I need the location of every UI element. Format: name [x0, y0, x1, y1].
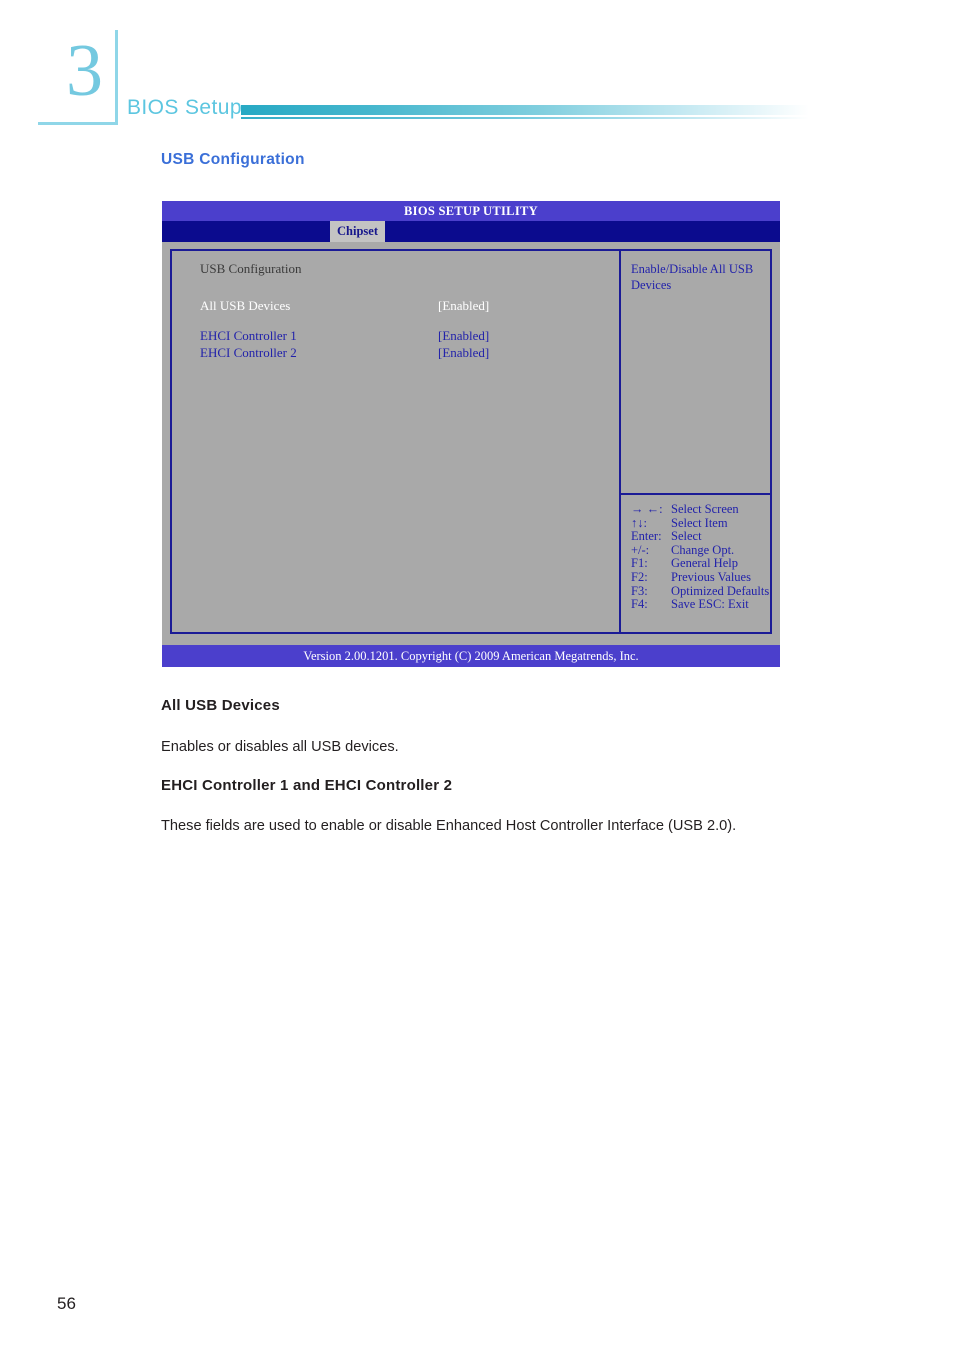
nav-key-row: F1: General Help	[631, 557, 769, 571]
setting-row-ehci-controller-1[interactable]: EHCI Controller 1 [Enabled]	[200, 327, 619, 344]
nav-key: F4:	[631, 597, 648, 612]
bios-footer-version: Version 2.00.1201. Copyright (C) 2009 Am…	[162, 645, 780, 667]
bios-help-text: Enable/Disable All USB Devices	[631, 262, 754, 292]
heading-all-usb-devices: All USB Devices	[161, 697, 280, 714]
nav-key: +/-:	[631, 542, 650, 557]
nav-key-row: ↑↓: Select Item	[631, 515, 769, 531]
tab-chipset[interactable]: Chipset	[330, 221, 385, 242]
nav-key: ↑↓:	[631, 515, 647, 530]
setting-row-ehci-controller-2[interactable]: EHCI Controller 2 [Enabled]	[200, 344, 619, 361]
bios-navigation-keys: → ←: Select Screen ↑↓: Select Item Enter…	[631, 502, 770, 612]
nav-key: F1:	[631, 556, 648, 571]
nav-action: Optimized Defaults	[671, 583, 770, 598]
running-head-rule	[241, 117, 809, 119]
nav-key: → ←:	[631, 502, 663, 516]
bios-setup-screenshot: BIOS SETUP UTILITY Chipset USB Configura…	[162, 201, 780, 667]
setting-value[interactable]: [Enabled]	[438, 327, 489, 344]
bios-title-bar: BIOS SETUP UTILITY	[162, 201, 780, 221]
bios-help-divider	[621, 493, 770, 495]
running-head: BIOS Setup	[127, 96, 809, 128]
nav-action: Change Opt.	[671, 542, 735, 557]
bios-tab-bar: Chipset	[162, 221, 780, 242]
nav-key: F2:	[631, 569, 648, 584]
heading-ehci-controllers: EHCI Controller 1 and EHCI Controller 2	[161, 777, 453, 794]
setting-row-all-usb-devices[interactable]: All USB Devices [Enabled]	[200, 297, 619, 314]
nav-key-row: F4: Save ESC: Exit	[631, 598, 769, 612]
nav-action: General Help	[671, 556, 738, 571]
row-spacer	[200, 314, 619, 327]
nav-action: Select Screen	[671, 502, 739, 516]
setting-label: EHCI Controller 2	[200, 345, 297, 360]
paragraph-ehci-controllers: These fields are used to enable or disab…	[161, 818, 737, 834]
bios-help-pane: Enable/Disable All USB Devices → ←: Sele…	[619, 251, 770, 632]
setting-label: All USB Devices	[200, 298, 291, 313]
setting-value[interactable]: [Enabled]	[438, 344, 489, 361]
nav-key-row: F3: Optimized Defaults	[631, 583, 770, 599]
nav-key: Enter:	[631, 529, 662, 544]
nav-key: F3:	[631, 583, 648, 598]
nav-action: Select	[671, 529, 702, 544]
running-head-gradient-bar	[241, 105, 809, 115]
nav-key-row: +/-: Change Opt.	[631, 542, 769, 558]
bios-section-title: USB Configuration	[200, 261, 302, 276]
page-title: USB Configuration	[161, 151, 305, 168]
nav-key-row: → ←: Select Screen	[631, 502, 769, 517]
setting-value[interactable]: [Enabled]	[438, 297, 489, 314]
page-number: 56	[57, 1294, 76, 1313]
bios-body: USB Configuration All USB Devices [Enabl…	[170, 249, 772, 634]
paragraph-all-usb-devices: Enables or disables all USB devices.	[161, 739, 399, 755]
running-head-title: BIOS Setup	[127, 96, 242, 119]
setting-label: EHCI Controller 1	[200, 328, 297, 343]
nav-action: Save ESC: Exit	[671, 597, 749, 612]
chapter-marker: 3	[38, 30, 118, 125]
nav-action: Previous Values	[671, 569, 751, 584]
chapter-number: 3	[66, 30, 103, 112]
bios-settings-pane: USB Configuration All USB Devices [Enabl…	[172, 251, 619, 632]
nav-key-row: Enter: Select	[631, 530, 769, 544]
nav-key-row: F2: Previous Values	[631, 569, 769, 585]
nav-action: Select Item	[671, 515, 728, 530]
